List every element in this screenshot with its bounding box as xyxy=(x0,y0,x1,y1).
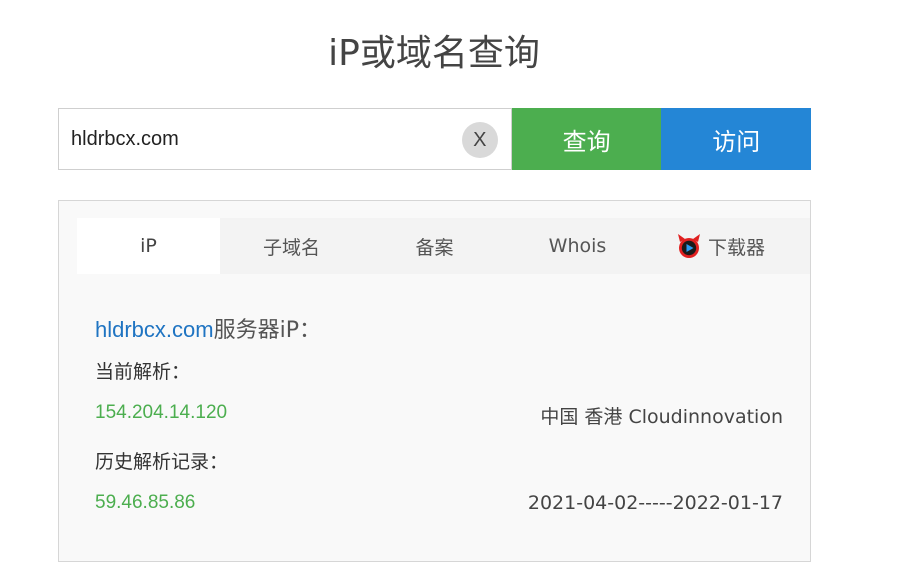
tab-label: 下载器 xyxy=(707,236,765,259)
result-headline: hldrbcx.com服务器iP： xyxy=(95,312,321,344)
current-ip[interactable]: 154.204.14.120 xyxy=(95,402,227,424)
current-resolution-label: 当前解析： xyxy=(95,361,191,383)
tab-subdomain[interactable]: 子域名 xyxy=(220,218,363,274)
visit-button[interactable]: 访问 xyxy=(661,108,812,170)
query-button[interactable]: 查询 xyxy=(511,108,662,170)
tab-label: Whois xyxy=(548,235,607,257)
tab-downloader[interactable]: 下载器 xyxy=(649,218,792,274)
search-field-container: X xyxy=(58,108,512,170)
result-headline-suffix: 服务器iP： xyxy=(213,318,321,343)
search-input[interactable] xyxy=(59,109,461,169)
tab-label: iP xyxy=(140,235,157,257)
result-domain-link[interactable]: hldrbcx.com xyxy=(95,317,214,342)
tab-label: 子域名 xyxy=(262,236,320,259)
current-ip-location: 中国 香港 Cloudinnovation xyxy=(540,406,783,428)
devil-logo-icon xyxy=(676,233,702,259)
tab-label: 备案 xyxy=(415,236,454,259)
history-date-range: 2021-04-02-----2022-01-17 xyxy=(527,492,783,514)
tab-whois[interactable]: Whois xyxy=(506,218,649,274)
result-panel: iP 子域名 备案 Whois 下载器 hldrbcx.com服务器iP： 当前… xyxy=(58,200,811,562)
clear-button[interactable]: X xyxy=(461,122,498,158)
history-ip[interactable]: 59.46.85.86 xyxy=(95,492,195,514)
tab-icp[interactable]: 备案 xyxy=(363,218,506,274)
history-label: 历史解析记录： xyxy=(95,451,229,473)
tab-ip[interactable]: iP xyxy=(77,218,220,274)
tab-bar: iP 子域名 备案 Whois 下载器 xyxy=(77,218,810,274)
page-title: iP或域名查询 xyxy=(328,33,540,74)
search-bar: X 查询 访问 xyxy=(58,108,812,170)
